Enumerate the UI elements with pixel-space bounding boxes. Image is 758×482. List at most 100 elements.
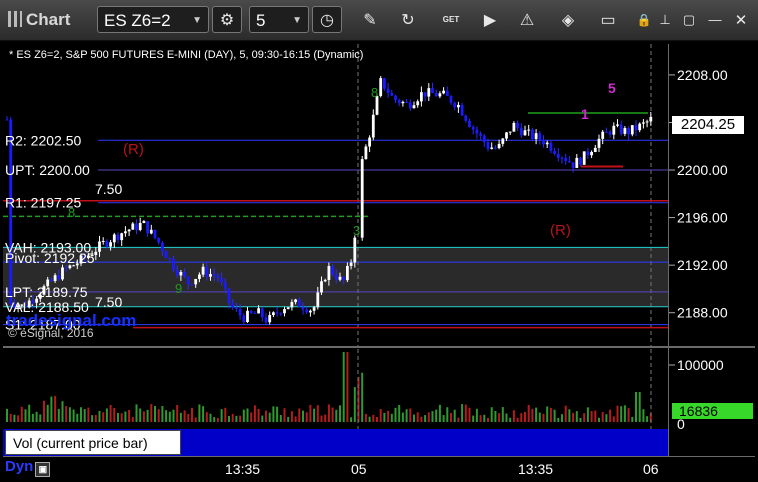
interval-select[interactable]: 5 ▼	[249, 6, 309, 33]
candle-body	[405, 101, 408, 103]
alert-icon[interactable]: ⚠	[517, 6, 537, 33]
candle-body	[394, 95, 397, 101]
candle-body	[560, 157, 564, 159]
candle-body	[264, 317, 268, 323]
candle-body	[327, 266, 331, 280]
candle-body	[142, 221, 146, 223]
volume-bar	[327, 404, 330, 422]
candle-body	[634, 125, 638, 131]
volume-bar	[265, 410, 267, 422]
volume-panel[interactable]	[3, 349, 668, 429]
volume-bar	[446, 407, 449, 422]
volume-bar	[31, 413, 34, 422]
candle-body	[112, 234, 116, 243]
volume-bar	[420, 416, 423, 422]
minimize-icon[interactable]: —	[706, 6, 724, 33]
clock-icon[interactable]: ◷	[312, 6, 342, 33]
time-label: 05	[351, 461, 367, 477]
dynamic-label[interactable]: Dyn ▣	[5, 458, 51, 478]
settings-gear-icon[interactable]: ⚙	[212, 6, 242, 33]
volume-bar	[80, 407, 82, 422]
marker-label: 3	[353, 223, 360, 238]
volume-bar	[612, 416, 615, 422]
candle-body	[238, 308, 242, 316]
volume-bar	[535, 407, 538, 422]
close-icon[interactable]: ✕	[731, 6, 751, 33]
candle-body	[149, 229, 153, 234]
volume-bar	[468, 407, 471, 422]
marker-label: (R)	[550, 222, 571, 239]
price-tick-label: 2188.00	[677, 305, 728, 321]
candle-body	[531, 129, 534, 140]
eraser-icon[interactable]: ◈	[558, 6, 578, 33]
candle-body	[235, 307, 238, 309]
lock-icon[interactable]: 🔒	[635, 6, 653, 33]
pencil-icon[interactable]: ✎	[360, 6, 380, 33]
volume-bar	[557, 417, 560, 422]
candle-body	[471, 127, 475, 130]
candle-body	[505, 132, 508, 139]
candle-body	[146, 221, 149, 234]
volume-bar	[76, 413, 79, 422]
volume-bar	[427, 412, 430, 422]
candle-body	[460, 104, 464, 116]
volume-bar	[472, 415, 475, 422]
volume-bar	[475, 408, 478, 422]
volume-bar	[268, 412, 271, 422]
volume-bar	[479, 415, 482, 422]
volume-bar	[331, 407, 334, 422]
candle-body	[253, 312, 257, 314]
candle-body	[179, 271, 183, 276]
price-axis[interactable]: 2208.002204.002200.002196.002192.002188.…	[669, 44, 755, 346]
maximize-icon[interactable]: ▢	[680, 6, 698, 33]
candle-body	[630, 125, 634, 135]
indicator-label[interactable]: Vol (current price bar)	[5, 430, 181, 455]
volume-bar	[379, 408, 382, 422]
candle-body	[212, 274, 216, 276]
volume-bar	[553, 409, 556, 422]
symbol-select[interactable]: ES Z6=2 ▼	[97, 6, 209, 33]
volume-bar	[191, 407, 193, 422]
time-label: 13:35	[518, 461, 554, 477]
indicator-close-icon[interactable]: ×	[171, 429, 177, 441]
candle-body	[50, 279, 53, 281]
volume-bar	[494, 410, 497, 422]
volume-bar	[68, 407, 71, 422]
candle-body	[220, 277, 223, 283]
lock-icon[interactable]: ▣	[35, 462, 51, 477]
volume-bar	[324, 414, 327, 422]
play-icon[interactable]: ▶	[480, 6, 500, 33]
candle-body	[638, 123, 642, 131]
refresh-icon[interactable]: ↻	[398, 6, 418, 33]
candle-body	[290, 302, 294, 308]
candle-body	[412, 105, 416, 109]
volume-bar	[646, 416, 649, 422]
chevron-down-icon: ▼	[292, 15, 302, 26]
volume-tick-label: 100000	[677, 357, 724, 373]
volume-bar	[572, 412, 575, 422]
candle-body	[601, 131, 605, 139]
time-label: 06	[643, 461, 659, 477]
pin-icon[interactable]: ⊥	[656, 6, 674, 33]
candle-body	[383, 78, 386, 89]
candle-body	[349, 262, 353, 267]
volume-bar	[209, 413, 212, 422]
volume-bar	[309, 404, 312, 422]
volume-bar	[290, 411, 293, 422]
volume-bar	[13, 414, 16, 422]
get-icon[interactable]: GET	[440, 6, 462, 33]
marker-label: 5	[608, 80, 616, 96]
comment-icon[interactable]: ▭	[598, 6, 618, 33]
level-label: UPT: 2200.00	[5, 162, 90, 178]
volume-bar	[205, 412, 208, 422]
candle-body	[153, 229, 157, 238]
volume-bar	[28, 404, 31, 422]
candle-body	[497, 143, 501, 149]
volume-bar	[512, 410, 515, 422]
panel-divider[interactable]	[3, 346, 755, 348]
candle-body	[534, 133, 538, 140]
volume-bar	[6, 408, 8, 422]
candle-body	[538, 133, 542, 140]
price-panel[interactable]: R2: 2202.50 UPT: 2200.00 R1: 2197.25 VAH: 2…	[3, 44, 668, 346]
candle-body	[57, 275, 61, 280]
